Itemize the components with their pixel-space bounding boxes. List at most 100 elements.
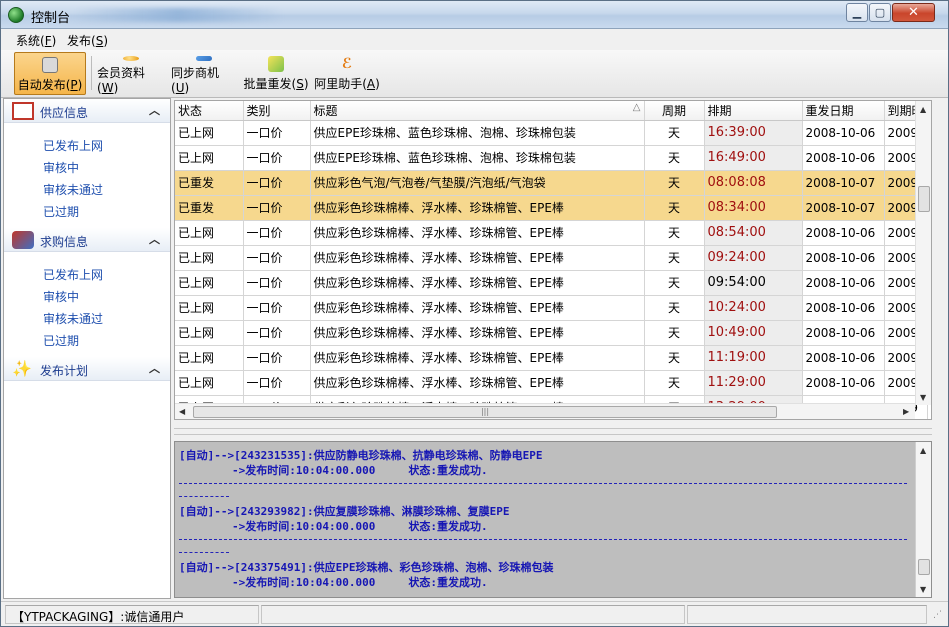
panel-splitter[interactable]	[174, 428, 932, 435]
cell-type[interactable]: 一口价	[243, 120, 311, 146]
cell-type[interactable]: 一口价	[243, 345, 311, 371]
cell-title[interactable]: 供应彩色珍珠棉棒、浮水棒、珍珠棉管、EPE棒	[310, 245, 645, 271]
cell-type[interactable]: 一口价	[243, 370, 311, 396]
table-row[interactable]: 已上网 一口价 供应彩色珍珠棉棒、浮水棒、珍珠棉管、EPE棒天 11:19:00 200…	[175, 345, 928, 371]
table-row[interactable]: 已上网 一口价 供应彩色珍珠棉棒、浮水棒、珍珠棉管、EPE棒天 09:24:00 200…	[175, 245, 928, 271]
sync-opportunity-button[interactable]: 同步商机(U)	[171, 52, 237, 95]
col-header-cycle[interactable]: 周期	[644, 101, 705, 121]
cell-status[interactable]: 已上网	[175, 370, 244, 396]
cell-title[interactable]: 供应彩色珍珠棉棒、浮水棒、珍珠棉管、EPE棒	[310, 195, 645, 221]
cell-resend-date[interactable]: 2008-10-06	[802, 370, 885, 396]
scroll-right-icon[interactable]: ▶	[903, 407, 909, 416]
table-row[interactable]: 已上网 一口价 供应彩色珍珠棉棒、浮水棒、珍珠棉管、EPE棒天 10:24:00 200…	[175, 295, 928, 321]
cell-schedule-time[interactable]: 09:54:00	[704, 270, 803, 296]
table-row[interactable]: 已上网 一口价 供应彩色珍珠棉棒、浮水棒、珍珠棉管、EPE棒天 11:29:00 200…	[175, 370, 928, 396]
cell-type[interactable]: 一口价	[243, 295, 311, 321]
cell-title[interactable]: 供应彩色珍珠棉棒、浮水棒、珍珠棉管、EPE棒	[310, 295, 645, 321]
collapse-chevron-icon[interactable]: ︿	[149, 360, 160, 376]
cell-status[interactable]: 已上网	[175, 295, 244, 321]
cell-resend-date[interactable]: 2008-10-06	[802, 245, 885, 271]
cell-title[interactable]: 供应EPE珍珠棉、蓝色珍珠棉、泡棉、珍珠棉包装	[310, 120, 645, 146]
grid-vscroll-thumb[interactable]	[918, 186, 930, 212]
cell-cycle[interactable]: 天	[644, 170, 705, 196]
cell-status[interactable]: 已上网	[175, 320, 244, 346]
table-row[interactable]: 已上网 一口价 供应彩色珍珠棉棒、浮水棒、珍珠棉管、EPE棒天 08:54:00 200…	[175, 220, 928, 246]
cell-schedule-time[interactable]: 08:34:00	[704, 195, 803, 221]
purchase-expired[interactable]: 已过期	[43, 332, 79, 349]
cell-status[interactable]: 已上网	[175, 145, 244, 171]
table-row[interactable]: 已重发 一口价 供应彩色气泡/气泡卷/气垫膜/汽泡纸/气泡袋天 08:08:08 200…	[175, 170, 928, 196]
cell-resend-date[interactable]: 2008-10-06	[802, 270, 885, 296]
table-row[interactable]: 已重发 一口价 供应彩色珍珠棉棒、浮水棒、珍珠棉管、EPE棒天 08:34:00 200…	[175, 195, 928, 221]
scroll-up-icon[interactable]: ▲	[920, 105, 926, 114]
cell-cycle[interactable]: 天	[644, 345, 705, 371]
cell-cycle[interactable]: 天	[644, 220, 705, 246]
col-header-type[interactable]: 类别	[243, 101, 311, 121]
col-header-status[interactable]: 状态	[175, 101, 244, 121]
scroll-down-icon[interactable]: ▼	[920, 585, 926, 594]
cell-schedule-time[interactable]: 09:24:00	[704, 245, 803, 271]
ali-helper-button[interactable]: ℰ 阿里助手(A)	[314, 52, 380, 95]
supply-expired[interactable]: 已过期	[43, 203, 79, 220]
cell-type[interactable]: 一口价	[243, 220, 311, 246]
cell-cycle[interactable]: 天	[644, 295, 705, 321]
cell-cycle[interactable]: 天	[644, 195, 705, 221]
purchase-reviewing[interactable]: 审核中	[43, 288, 79, 305]
cell-resend-date[interactable]: 2008-10-06	[802, 295, 885, 321]
table-row[interactable]: 已上网 一口价 供应彩色珍珠棉棒、浮水棒、珍珠棉管、EPE棒天 10:49:00 200…	[175, 320, 928, 346]
cell-title[interactable]: 供应彩色珍珠棉棒、浮水棒、珍珠棉管、EPE棒	[310, 345, 645, 371]
cell-type[interactable]: 一口价	[243, 245, 311, 271]
log-vertical-scrollbar[interactable]: ▲ ▼	[915, 442, 931, 597]
section-supply-header[interactable]: 供应信息 ︿	[4, 99, 170, 123]
section-purchase-header[interactable]: 求购信息 ︿	[4, 228, 170, 252]
col-header-resend-date[interactable]: 重发日期	[802, 101, 885, 121]
cell-resend-date[interactable]: 2008-10-06	[802, 320, 885, 346]
cell-resend-date[interactable]: 2008-10-06	[802, 120, 885, 146]
cell-status[interactable]: 已上网	[175, 220, 244, 246]
collapse-chevron-icon[interactable]: ︿	[149, 231, 160, 247]
cell-status[interactable]: 已上网	[175, 270, 244, 296]
log-vscroll-thumb[interactable]	[918, 559, 930, 575]
grid-hscroll-thumb[interactable]: |||	[193, 406, 777, 418]
grid-vertical-scrollbar[interactable]: ▲ ▼	[915, 101, 931, 405]
menu-system[interactable]: 系统(F)	[13, 31, 59, 50]
cell-resend-date[interactable]: 2008-10-07	[802, 195, 885, 221]
cell-cycle[interactable]: 天	[644, 245, 705, 271]
cell-status[interactable]: 已重发	[175, 170, 244, 196]
cell-cycle[interactable]: 天	[644, 145, 705, 171]
cell-resend-date[interactable]: 2008-10-06	[802, 220, 885, 246]
resize-grip-icon[interactable]: ⋰	[933, 610, 942, 620]
cell-schedule-time[interactable]: 10:24:00	[704, 295, 803, 321]
section-plan-header[interactable]: ✨ 发布计划 ︿	[4, 357, 170, 381]
close-button[interactable]: ✕	[892, 3, 935, 22]
auto-publish-button[interactable]: 自动发布(P)	[14, 52, 86, 95]
cell-resend-date[interactable]: 2008-10-06	[802, 345, 885, 371]
cell-status[interactable]: 已重发	[175, 195, 244, 221]
collapse-chevron-icon[interactable]: ︿	[149, 102, 160, 118]
cell-title[interactable]: 供应彩色珍珠棉棒、浮水棒、珍珠棉管、EPE棒	[310, 220, 645, 246]
cell-cycle[interactable]: 天	[644, 270, 705, 296]
cell-schedule-time[interactable]: 10:49:00	[704, 320, 803, 346]
cell-title[interactable]: 供应彩色珍珠棉棒、浮水棒、珍珠棉管、EPE棒	[310, 370, 645, 396]
cell-type[interactable]: 一口价	[243, 145, 311, 171]
cell-schedule-time[interactable]: 16:39:00	[704, 120, 803, 146]
cell-schedule-time[interactable]: 11:19:00	[704, 345, 803, 371]
scroll-left-icon[interactable]: ◀	[179, 407, 185, 416]
cell-type[interactable]: 一口价	[243, 320, 311, 346]
purchase-rejected[interactable]: 审核未通过	[43, 310, 103, 327]
cell-type[interactable]: 一口价	[243, 170, 311, 196]
cell-title[interactable]: 供应EPE珍珠棉、蓝色珍珠棉、泡棉、珍珠棉包装	[310, 145, 645, 171]
cell-resend-date[interactable]: 2008-10-06	[802, 145, 885, 171]
cell-schedule-time[interactable]: 08:54:00	[704, 220, 803, 246]
cell-title[interactable]: 供应彩色珍珠棉棒、浮水棒、珍珠棉管、EPE棒	[310, 270, 645, 296]
cell-schedule-time[interactable]: 16:49:00	[704, 145, 803, 171]
menu-publish[interactable]: 发布(S)	[64, 31, 111, 50]
cell-title[interactable]: 供应彩色气泡/气泡卷/气垫膜/汽泡纸/气泡袋	[310, 170, 645, 196]
cell-cycle[interactable]: 天	[644, 320, 705, 346]
title-bar[interactable]: 控制台 ▁ ▢ ✕	[1, 1, 948, 29]
supply-reviewing[interactable]: 审核中	[43, 159, 79, 176]
cell-type[interactable]: 一口价	[243, 195, 311, 221]
cell-status[interactable]: 已上网	[175, 120, 244, 146]
member-info-button[interactable]: 会员资料(W)	[97, 52, 165, 95]
grid-horizontal-scrollbar[interactable]: ◀ ||| ▶	[175, 403, 915, 419]
